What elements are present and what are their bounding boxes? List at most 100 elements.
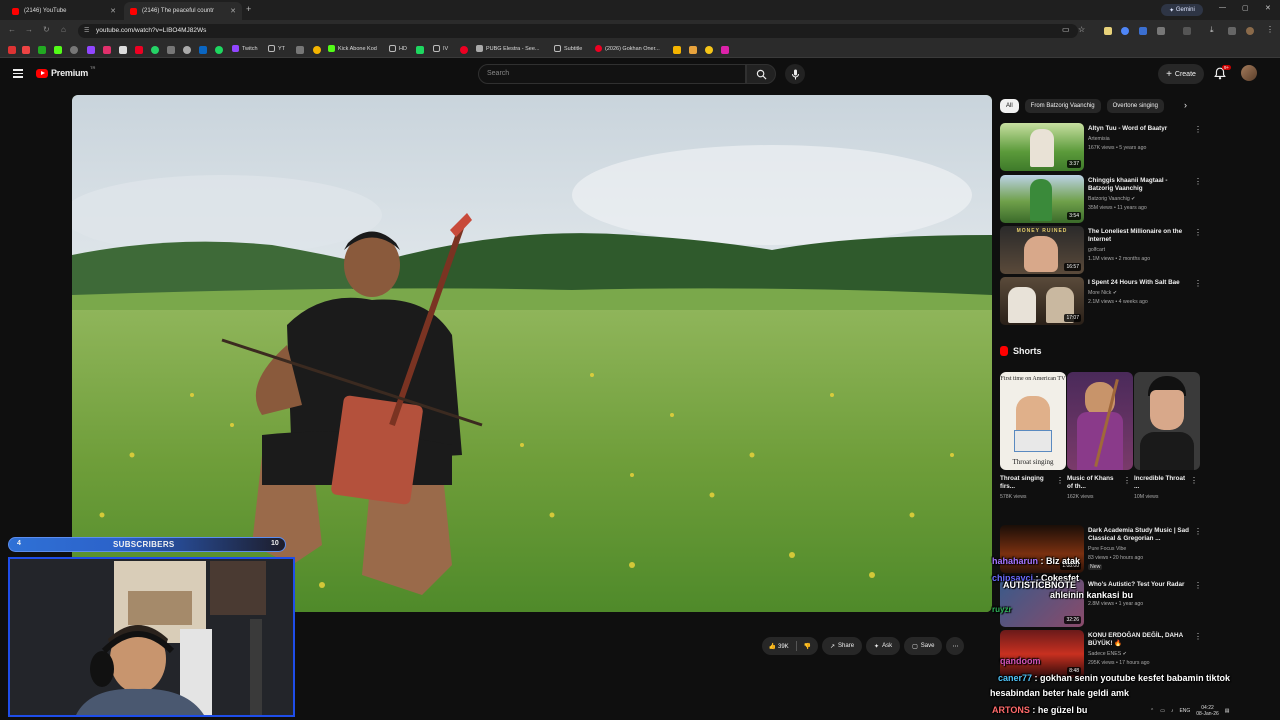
bookmark-kick-abone[interactable]: Kick Abone Kod <box>328 45 377 52</box>
bookmark-icon[interactable] <box>8 46 16 54</box>
browser-profile-icon[interactable] <box>1246 27 1254 35</box>
more-options-icon[interactable]: ⋮ <box>1194 527 1202 536</box>
youtube-icon[interactable] <box>460 46 468 54</box>
video-thumbnail[interactable]: 3:37 <box>1000 123 1084 171</box>
video-player[interactable] <box>72 95 992 612</box>
bookmark-hd-folder[interactable]: HD <box>389 45 407 52</box>
short-thumbnail[interactable] <box>1067 372 1133 470</box>
chip-overtone[interactable]: Overtone singing <box>1106 99 1164 113</box>
spotify-icon[interactable] <box>215 46 223 54</box>
ask-button[interactable]: ✦ Ask <box>866 637 901 655</box>
site-info-icon[interactable]: ☰ <box>84 27 89 34</box>
video-thumbnail[interactable]: MONEY RUINED 16:57 <box>1000 226 1084 274</box>
more-options-icon[interactable]: ⋮ <box>1194 632 1202 641</box>
cast-icon[interactable]: ▭ <box>1062 25 1070 34</box>
search-button[interactable] <box>746 64 776 84</box>
dislike-icon[interactable]: 👎 <box>804 643 811 650</box>
list-item[interactable]: 8:48 KONU ERDOĞAN DEĞİL, DAHA BÜYÜK! 🔥 S… <box>1000 630 1205 678</box>
new-tab-icon[interactable]: + <box>246 4 251 14</box>
short-thumbnail[interactable] <box>1134 372 1200 470</box>
video-title[interactable]: Altyn Tuu - Word of Baatyr <box>1088 125 1192 133</box>
bookmark-gokhan-oner[interactable]: (2026) Gokhan Oner... <box>595 45 660 52</box>
bookmark-icon[interactable] <box>38 46 46 54</box>
bookmark-icon[interactable] <box>87 46 95 54</box>
bookmark-icon[interactable] <box>135 46 143 54</box>
profile-switch-icon[interactable] <box>1228 27 1236 35</box>
bookmark-icon[interactable] <box>705 46 713 54</box>
bookmark-icon[interactable] <box>313 46 321 54</box>
list-item[interactable]: MONEY RUINED 16:57 The Loneliest Million… <box>1000 226 1205 274</box>
create-button[interactable]: + Create <box>1158 64 1204 84</box>
channel-name[interactable]: Batzorig Vaanchig ✔ <box>1088 196 1136 202</box>
forward-icon[interactable]: → <box>25 25 33 34</box>
sidebar-icon[interactable] <box>1183 27 1191 35</box>
bookmark-star-icon[interactable]: ☆ <box>1078 25 1085 34</box>
instagram-icon[interactable] <box>103 46 111 54</box>
more-options-icon[interactable]: ⋮ <box>1194 125 1202 134</box>
short-title[interactable]: Music of Khans of th... <box>1067 475 1121 491</box>
url-field[interactable]: ☰ youtube.com/watch?v=LIBO4MJ82Ws <box>78 24 1078 38</box>
more-options-icon[interactable]: ⋮ <box>1194 581 1202 590</box>
tray-chevron-icon[interactable]: ⌃ <box>1150 708 1154 714</box>
short-item[interactable]: Music of Khans of th... 162K views ⋮ <box>1067 372 1133 500</box>
video-title[interactable]: The Loneliest Millionaire on the Interne… <box>1088 228 1192 244</box>
kick-icon[interactable] <box>54 46 62 54</box>
notification-center-icon[interactable]: ▤ <box>1225 708 1230 714</box>
video-thumbnail[interactable]: 3:54 <box>1000 175 1084 223</box>
chip-all[interactable]: All <box>1000 99 1019 113</box>
more-options-icon[interactable]: ⋮ <box>1194 228 1202 237</box>
more-options-icon[interactable]: ⋮ <box>1190 476 1198 485</box>
video-title[interactable]: Dark Academia Study Music | Sad Classica… <box>1088 527 1192 543</box>
search-input[interactable]: Search <box>478 64 746 84</box>
linkedin-icon[interactable] <box>199 46 207 54</box>
video-title[interactable]: KONU ERDOĞAN DEĞİL, DAHA BÜYÜK! 🔥 <box>1088 632 1192 648</box>
extension-icon[interactable] <box>1121 27 1129 35</box>
bookmark-icon[interactable] <box>22 46 30 54</box>
bookmark-icon[interactable] <box>721 46 729 54</box>
volume-icon[interactable]: ♪ <box>1171 708 1174 714</box>
channel-name[interactable]: Artemisia <box>1088 136 1110 142</box>
short-title[interactable]: Incredible Throat ... <box>1134 475 1188 491</box>
tab-youtube[interactable]: (2146) YouTube ✕ <box>6 2 122 20</box>
bookmark-yt-folder[interactable]: YT <box>268 45 285 52</box>
list-item[interactable]: 3:54 Chinggis khaanii Magtaal - Batzorig… <box>1000 175 1205 223</box>
short-title[interactable]: Throat singing firs... <box>1000 475 1054 491</box>
whatsapp-icon[interactable] <box>151 46 159 54</box>
save-button[interactable]: ▢ Save <box>904 637 943 655</box>
clock[interactable]: 04:22 08-Jan-26 <box>1196 705 1219 717</box>
channel-name[interactable]: Pure Focus Vibe <box>1088 546 1126 552</box>
more-options-icon[interactable]: ⋮ <box>1194 279 1202 288</box>
more-options-icon[interactable]: ⋮ <box>1194 177 1202 186</box>
home-icon[interactable]: ⌂ <box>61 25 66 34</box>
github-icon[interactable] <box>183 46 191 54</box>
bookmark-pubg[interactable]: PUBG Elestra - See... <box>476 45 540 52</box>
avatar[interactable] <box>1241 65 1257 81</box>
bookmark-twitch[interactable]: Twitch <box>232 45 258 52</box>
more-options-icon[interactable]: ⋮ <box>1123 476 1131 485</box>
bookmark-iv-folder[interactable]: IV <box>433 45 448 52</box>
video-title[interactable]: Chinggis khaanii Magtaal - Batzorig Vaan… <box>1088 177 1192 193</box>
close-tab-icon[interactable]: ✕ <box>230 7 236 15</box>
like-button[interactable]: 👍 39K <box>769 643 789 650</box>
close-window-icon[interactable]: ✕ <box>1265 4 1271 12</box>
x-icon[interactable] <box>119 46 127 54</box>
bookmark-icon[interactable] <box>167 46 175 54</box>
voice-search-button[interactable] <box>785 64 805 84</box>
chip-from-channel[interactable]: From Batzorig Vaanchig <box>1024 99 1101 113</box>
short-thumbnail[interactable]: First time on American TV Throat singing <box>1000 372 1066 470</box>
short-item[interactable]: First time on American TV Throat singing… <box>1000 372 1066 500</box>
more-actions-icon[interactable]: ⋯ <box>946 637 965 655</box>
minimize-icon[interactable]: — <box>1219 4 1226 11</box>
maximize-icon[interactable]: ▢ <box>1242 4 1249 12</box>
video-thumbnail[interactable]: 17:07 <box>1000 277 1084 325</box>
bookmark-icon[interactable] <box>70 46 78 54</box>
channel-name[interactable]: More Nick ✔ <box>1088 290 1117 296</box>
channel-name[interactable]: Sadece ENES ✔ <box>1088 651 1127 657</box>
extension-icon[interactable] <box>1104 27 1112 35</box>
list-item[interactable]: 17:07 I Spent 24 Hours With Salt Bae Mor… <box>1000 277 1205 325</box>
bookmark-icon[interactable] <box>689 46 697 54</box>
browser-menu-icon[interactable]: ⋮ <box>1266 25 1274 34</box>
bookmark-icon[interactable] <box>296 46 304 54</box>
bookmark-subtitle-folder[interactable]: Subtitle <box>554 45 582 52</box>
video-title[interactable]: Who's Autistic? Test Your Radar <box>1088 581 1192 589</box>
